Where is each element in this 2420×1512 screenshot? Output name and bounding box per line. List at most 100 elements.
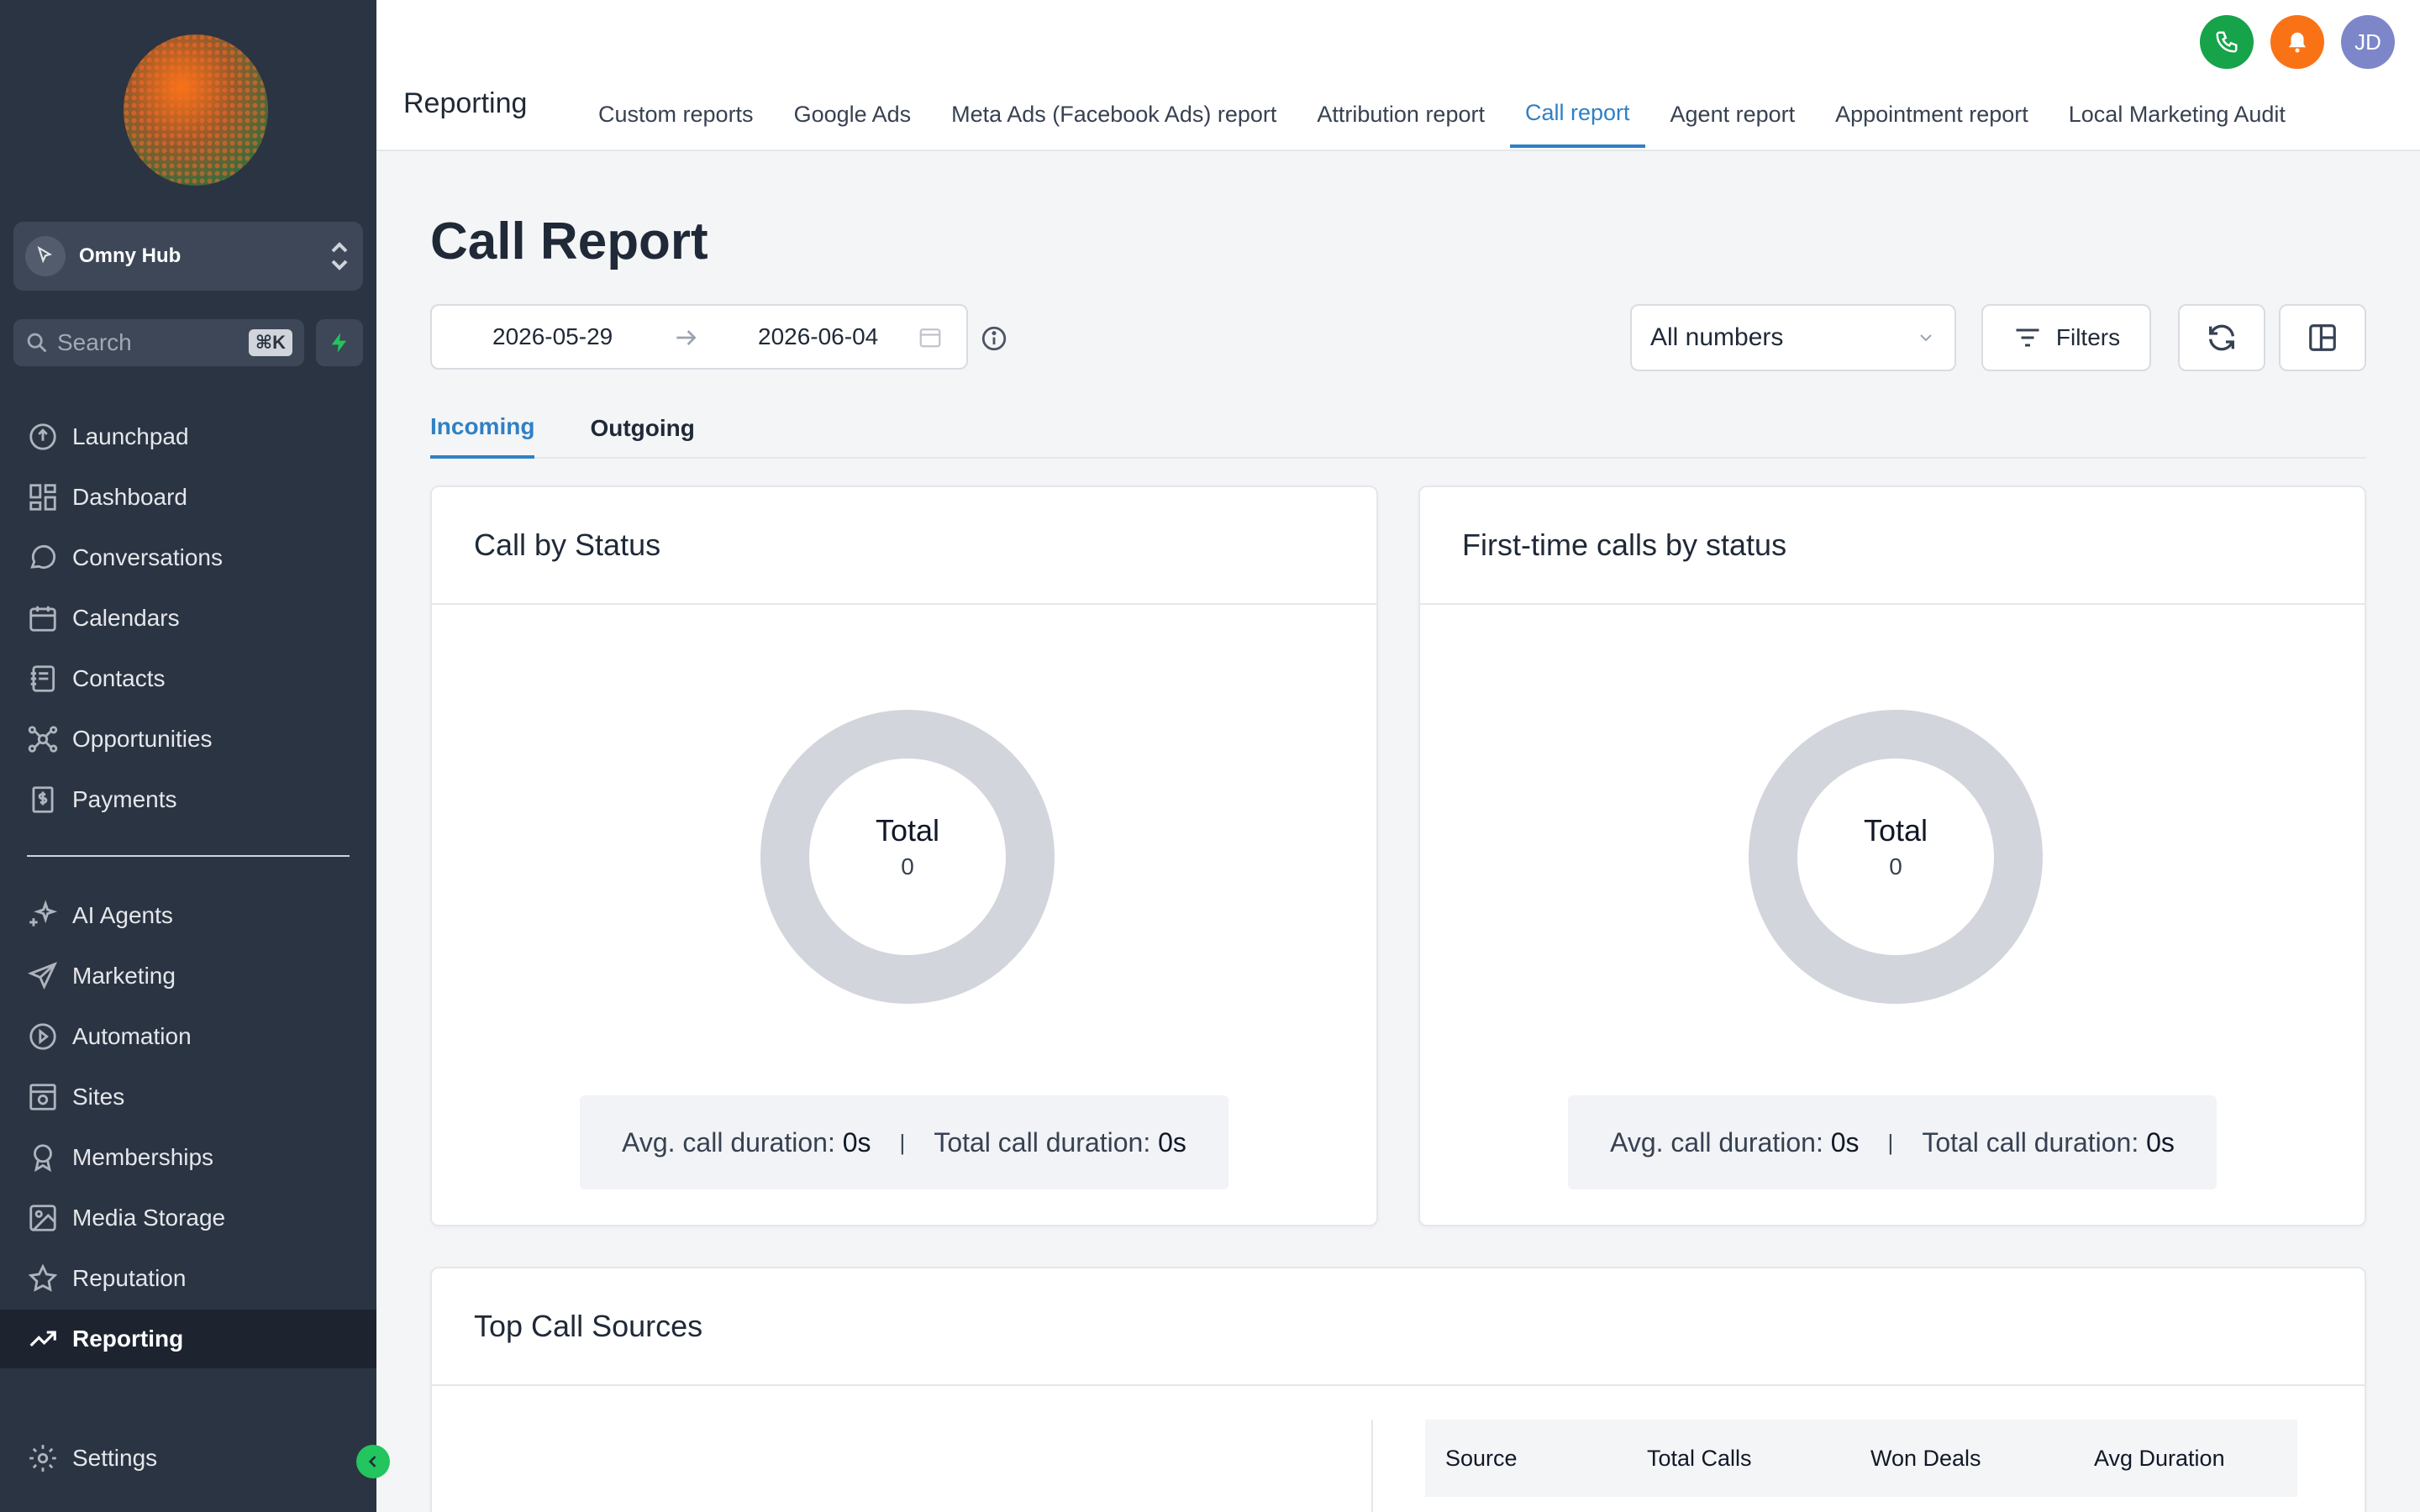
donut-center-label: Total 0 <box>756 813 1059 880</box>
call-duration-stats: Avg. call duration: 0s | Total call dura… <box>1568 1095 2217 1189</box>
tab-incoming[interactable]: Incoming <box>430 398 535 459</box>
sidebar-item-contacts[interactable]: Contacts <box>0 649 376 708</box>
number-select[interactable]: All numbers <box>1630 304 1956 371</box>
chevron-left-icon <box>368 1456 376 1467</box>
sidebar-item-media-storage[interactable]: Media Storage <box>0 1189 376 1247</box>
chat-icon <box>30 544 56 570</box>
chevron-down-icon <box>1920 334 1932 342</box>
date-end[interactable]: 2026-06-04 <box>758 323 878 350</box>
sidebar-item-memberships[interactable]: Memberships <box>0 1128 376 1187</box>
date-start[interactable]: 2026-05-29 <box>492 323 613 350</box>
sidebar-item-dashboard[interactable]: Dashboard <box>0 468 376 527</box>
sidebar-item-label: Media Storage <box>72 1205 226 1231</box>
report-tabs: Custom reports Google Ads Meta Ads (Face… <box>583 81 2311 151</box>
sidebar-item-opportunities[interactable]: Opportunities <box>0 710 376 769</box>
tab-google-ads[interactable]: Google Ads <box>779 81 927 148</box>
bolt-icon <box>331 333 347 353</box>
call-duration-stats: Avg. call duration: 0s | Total call dura… <box>580 1095 1228 1189</box>
sidebar-item-settings[interactable]: Settings <box>0 1429 376 1488</box>
sidebar-item-calendars[interactable]: Calendars <box>0 589 376 648</box>
tab-local-marketing-audit[interactable]: Local Marketing Audit <box>2054 81 2301 148</box>
sidebar-item-ai-agents[interactable]: AI Agents <box>0 886 376 945</box>
sidebar-item-label: Contacts <box>72 665 166 691</box>
sidebar-item-reporting[interactable]: Reporting <box>0 1310 376 1368</box>
sidebar-search[interactable]: Search ⌘K <box>13 319 304 366</box>
tab-meta-ads[interactable]: Meta Ads (Facebook Ads) report <box>936 81 1292 148</box>
company-logo[interactable] <box>123 34 269 186</box>
search-icon <box>27 333 47 353</box>
sidebar-item-label: Reputation <box>72 1265 187 1291</box>
first-time-calls-card: First-time calls by status Total 0 Avg. … <box>1418 486 2366 1226</box>
sidebar-item-reputation[interactable]: Reputation <box>0 1249 376 1308</box>
column-total-calls[interactable]: Total Calls <box>1647 1446 1752 1472</box>
info-icon[interactable] <box>980 324 1008 353</box>
image-icon <box>29 1205 56 1231</box>
date-range-picker[interactable]: 2026-05-29 2026-06-04 <box>430 304 968 370</box>
phone-icon <box>2216 31 2238 53</box>
layout-button[interactable] <box>2279 304 2366 371</box>
avatar-initials: JD <box>2354 29 2381 55</box>
sidebar-item-label: Conversations <box>72 544 223 570</box>
filter-icon <box>2016 328 2039 347</box>
tab-agent-report[interactable]: Agent report <box>1655 81 1811 148</box>
calendar-icon <box>29 606 56 632</box>
tab-call-report[interactable]: Call report <box>1509 81 1645 148</box>
column-avg-duration[interactable]: Avg Duration <box>2094 1446 2225 1472</box>
sidebar-item-label: Settings <box>72 1445 158 1471</box>
direction-tabs: Incoming Outgoing <box>430 398 2366 459</box>
tab-attribution-report[interactable]: Attribution report <box>1302 81 1500 148</box>
sidebar-item-launchpad[interactable]: Launchpad <box>0 407 376 466</box>
layout-icon <box>2309 324 2336 351</box>
sidebar-item-sites[interactable]: Sites <box>0 1068 376 1126</box>
sidebar-collapse-button[interactable] <box>356 1445 390 1478</box>
donut-total-label: Total <box>1863 813 1928 848</box>
top-actions: JD <box>2183 15 2395 69</box>
refresh-button[interactable] <box>2178 304 2265 371</box>
phone-button[interactable] <box>2200 15 2254 69</box>
sidebar-item-label: Marketing <box>72 963 176 989</box>
card-title: Call by Status <box>432 487 1376 605</box>
star-icon <box>28 1263 58 1292</box>
tab-appointment-report[interactable]: Appointment report <box>1820 81 2044 148</box>
payments-icon <box>32 786 54 813</box>
sparkle-icon <box>29 900 58 927</box>
sidebar-item-payments[interactable]: Payments <box>0 770 376 829</box>
trending-icon <box>29 1331 56 1347</box>
user-avatar[interactable]: JD <box>2341 15 2395 69</box>
award-icon <box>34 1144 52 1173</box>
total-duration-label: Total call duration: <box>934 1126 1151 1158</box>
sidebar-item-label: Dashboard <box>72 484 187 510</box>
sidebar-item-automation[interactable]: Automation <box>0 1007 376 1066</box>
sources-divider <box>1371 1420 1373 1512</box>
sources-table-header: Source Total Calls Won Deals Avg Duratio… <box>1425 1420 2297 1497</box>
sidebar-item-label: Reporting <box>72 1326 184 1352</box>
quick-action-button[interactable] <box>316 319 363 366</box>
calendar-icon <box>919 328 941 348</box>
sidebar-item-label: Calendars <box>72 605 180 631</box>
filters-button[interactable]: Filters <box>1981 304 2151 371</box>
stats-separator: | <box>1887 1129 1894 1155</box>
sidebar-item-label: Memberships <box>72 1144 214 1170</box>
sidebar-item-label: Sites <box>72 1084 125 1110</box>
sidebar-item-label: Opportunities <box>72 726 213 752</box>
donut-total-label: Total <box>875 813 940 848</box>
top-bar: JD Reporting Custom reports Google Ads M… <box>376 0 2420 151</box>
tab-custom-reports[interactable]: Custom reports <box>583 81 769 148</box>
search-placeholder: Search <box>57 329 132 355</box>
sidebar-item-conversations[interactable]: Conversations <box>0 528 376 587</box>
notifications-button[interactable] <box>2270 15 2324 69</box>
sidebar-item-marketing[interactable]: Marketing <box>0 947 376 1005</box>
refresh-icon <box>2209 324 2234 351</box>
total-duration-value: 0s <box>1158 1126 1186 1158</box>
donut-total-value: 0 <box>1889 853 1902 879</box>
account-switcher[interactable]: Omny Hub <box>13 222 363 291</box>
arrow-right-icon <box>676 330 697 345</box>
filters-label: Filters <box>2055 324 2121 350</box>
automation-icon <box>29 1023 56 1050</box>
column-won-deals[interactable]: Won Deals <box>1870 1446 1981 1472</box>
tab-outgoing[interactable]: Outgoing <box>590 398 694 459</box>
column-source[interactable]: Source <box>1445 1446 1518 1472</box>
status-donut-chart: Total 0 <box>756 706 1059 1008</box>
sites-icon <box>29 1084 56 1110</box>
avg-duration-label: Avg. call duration: <box>622 1126 835 1158</box>
